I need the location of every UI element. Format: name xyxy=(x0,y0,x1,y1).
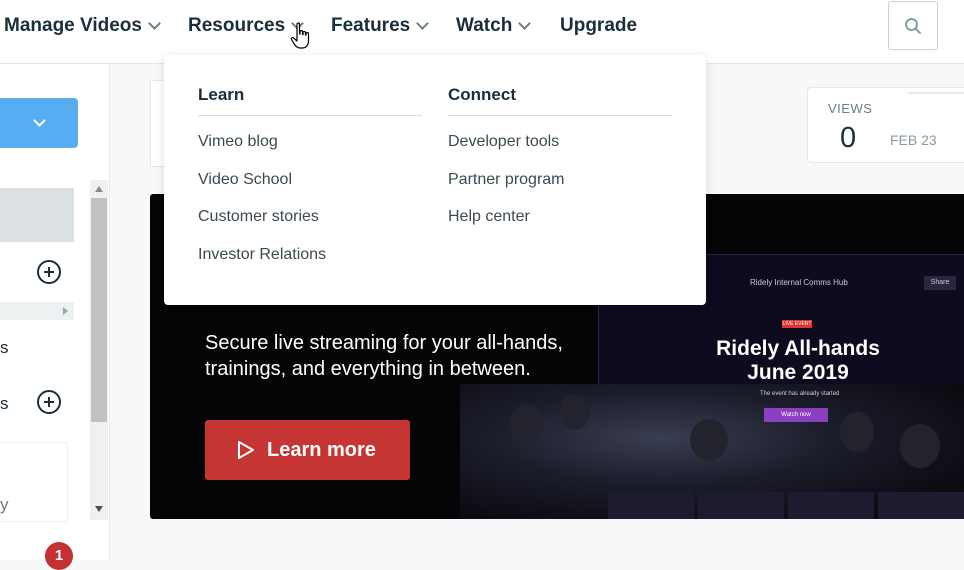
views-date: FEB 23 xyxy=(890,132,937,148)
play-icon xyxy=(238,441,254,459)
banner-subtitle: Secure live streaming for your all-hands… xyxy=(205,332,563,380)
nav-watch-label: Watch xyxy=(456,15,513,36)
menu-link-partner-program[interactable]: Partner program xyxy=(448,161,672,199)
menu-link-help-center[interactable]: Help center xyxy=(448,198,672,236)
live-event-badge: LIVE EVENT xyxy=(782,320,812,328)
connect-column: Connect Developer tools Partner program … xyxy=(448,85,672,236)
menu-link-developer-tools[interactable]: Developer tools xyxy=(448,123,672,161)
screen-watch-button: Watch now xyxy=(764,408,828,422)
audience-head xyxy=(900,424,940,468)
scroll-up-icon[interactable] xyxy=(95,186,103,192)
search-button[interactable] xyxy=(888,1,938,50)
nav-resources-label: Resources xyxy=(188,15,286,36)
sidebar-panel: y xyxy=(0,442,68,522)
screen-hub-title: Ridely Internal Comms Hub xyxy=(750,278,848,287)
add-icon[interactable] xyxy=(37,390,61,414)
views-count: 0 xyxy=(840,122,857,154)
nav-features[interactable]: Features xyxy=(331,14,430,38)
menu-link-video-school[interactable]: Video School xyxy=(198,161,422,199)
resources-dropdown-menu: Learn Vimeo blog Video School Customer s… xyxy=(164,55,706,305)
menu-link-vimeo-blog[interactable]: Vimeo blog xyxy=(198,123,422,161)
chart-baseline xyxy=(908,92,964,94)
event-note: The event has already started xyxy=(760,391,840,397)
learn-more-label: Learn more xyxy=(267,438,376,461)
nav-manage-videos[interactable]: Manage Videos xyxy=(4,14,161,38)
event-title: Ridely All-hands June 2019 xyxy=(716,337,880,384)
sidebar-panel-text: y xyxy=(0,495,9,514)
audience-head xyxy=(510,404,544,444)
screen-share-button: Share xyxy=(924,276,956,290)
sidebar-item-label[interactable]: s xyxy=(0,394,9,414)
sidebar-section-strip[interactable] xyxy=(0,302,74,320)
nav-features-label: Features xyxy=(331,15,411,36)
scroll-down-icon[interactable] xyxy=(95,506,103,512)
thumbnail-strip xyxy=(608,492,964,519)
audience-head xyxy=(840,412,874,452)
learn-column: Learn Vimeo blog Video School Customer s… xyxy=(198,85,422,274)
sidebar-scrollbar[interactable] xyxy=(90,180,108,520)
nav-manage-videos-label: Manage Videos xyxy=(4,15,142,36)
views-card: VIEWS 0 FEB 23 xyxy=(807,87,964,163)
chevron-down-icon xyxy=(148,17,161,30)
views-label: VIEWS xyxy=(828,101,873,116)
sidebar-dropdown-button[interactable] xyxy=(0,98,78,148)
connect-heading: Connect xyxy=(448,85,672,116)
menu-link-investor-relations[interactable]: Investor Relations xyxy=(198,236,422,274)
learn-more-button[interactable]: Learn more xyxy=(205,420,410,480)
sidebar: s s y xyxy=(0,64,110,560)
nav-resources[interactable]: Resources xyxy=(188,14,305,38)
add-icon[interactable] xyxy=(37,260,61,284)
notification-badge[interactable]: 1 xyxy=(45,542,73,570)
sidebar-item-label[interactable]: s xyxy=(0,338,9,358)
hand-cursor-icon xyxy=(290,22,310,49)
chevron-down-icon xyxy=(518,17,532,30)
sidebar-item-selected[interactable] xyxy=(0,188,74,242)
search-icon xyxy=(905,17,921,34)
chevron-right-icon xyxy=(63,307,68,315)
learn-heading: Learn xyxy=(198,85,422,116)
chevron-down-icon xyxy=(32,113,46,127)
scroll-thumb[interactable] xyxy=(91,198,107,422)
nav-watch[interactable]: Watch xyxy=(456,14,532,38)
nav-upgrade-label: Upgrade xyxy=(560,15,638,36)
audience-head xyxy=(690,419,728,461)
nav-upgrade[interactable]: Upgrade xyxy=(560,14,637,38)
audience-head xyxy=(560,394,590,430)
chevron-down-icon xyxy=(416,17,430,30)
menu-link-customer-stories[interactable]: Customer stories xyxy=(198,198,422,236)
